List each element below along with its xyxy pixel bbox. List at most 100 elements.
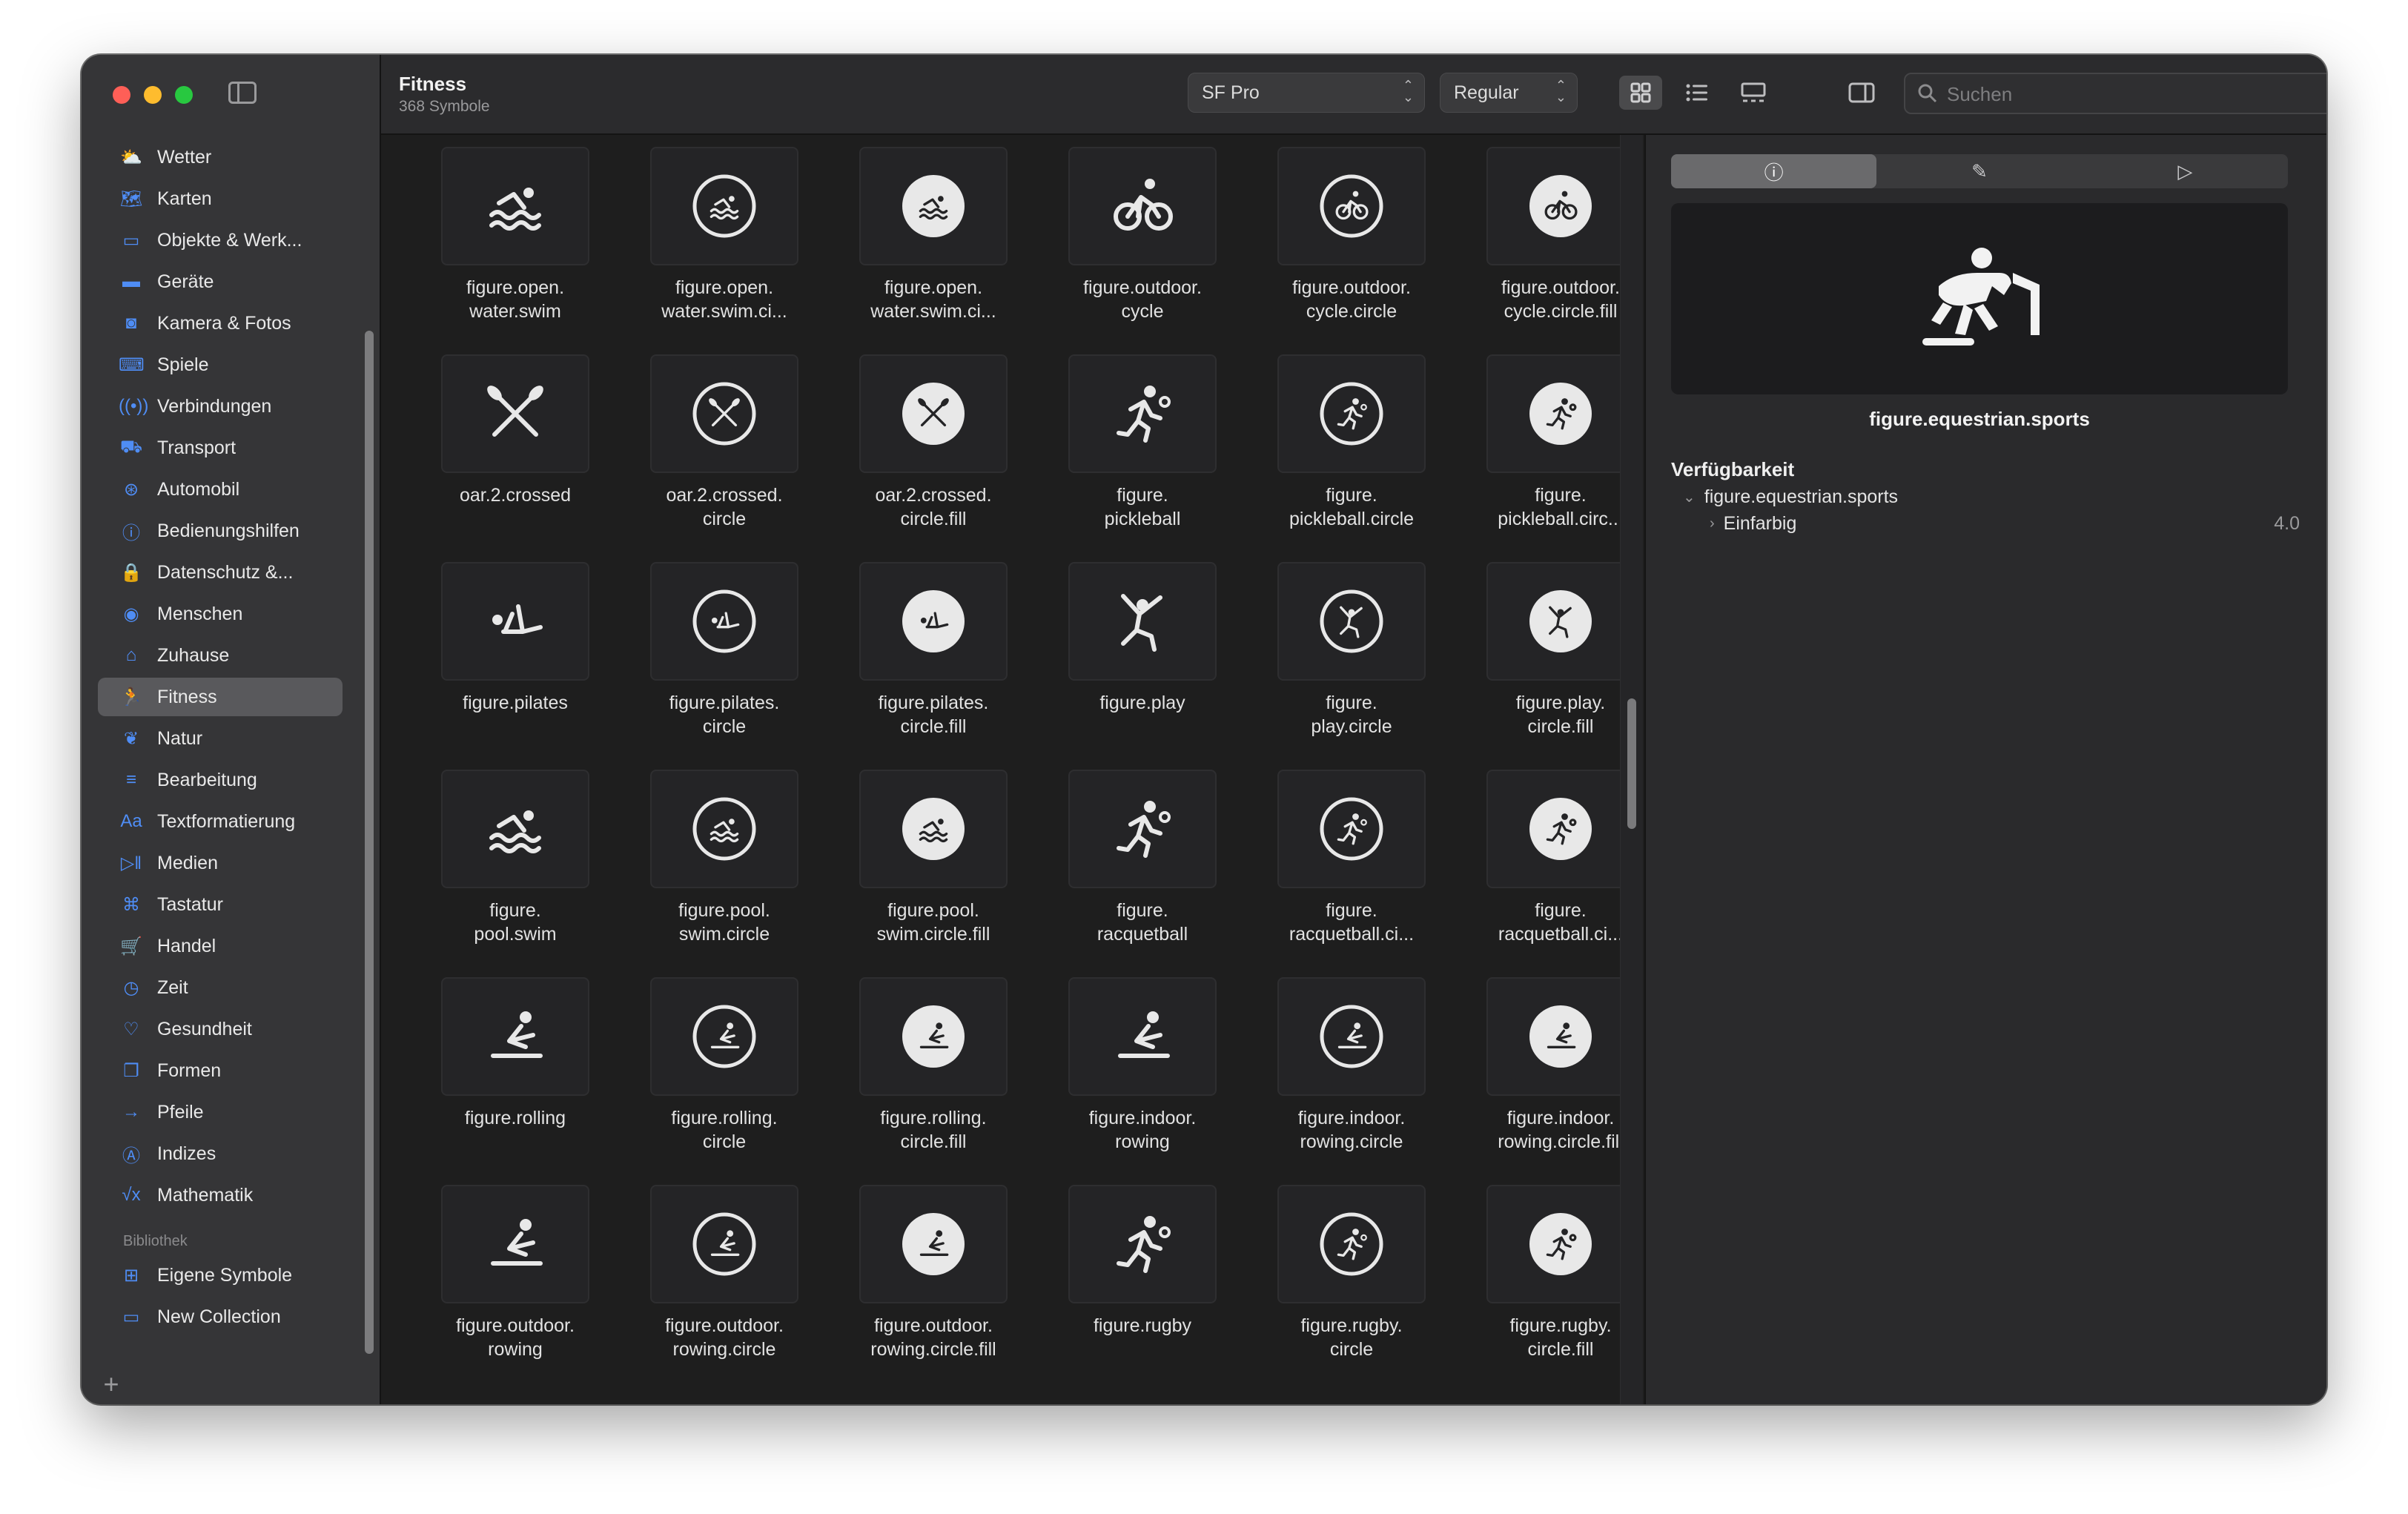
symbol-cell[interactable]: figure. pickleball.circle (1247, 354, 1456, 562)
search-input[interactable] (1945, 80, 2326, 108)
symbol-cell[interactable]: figure. pickleball.circ... (1456, 354, 1643, 562)
symbol-cell[interactable]: figure.outdoor. rowing.circle.fill (829, 1185, 1038, 1392)
rendering-mode-row[interactable]: › Einfarbig (1710, 513, 1796, 535)
sidebar-scrollbar[interactable] (365, 331, 374, 1354)
symbol-cell[interactable]: figure.indoor. rowing.circle.fill (1456, 977, 1643, 1185)
symbol-tile[interactable] (1486, 1185, 1635, 1303)
sidebar-item-formen[interactable]: ❐ Formen (98, 1051, 343, 1090)
symbol-tile[interactable] (1068, 1185, 1217, 1303)
sidebar-item-eigene-symbole[interactable]: ⊞ Eigene Symbole (98, 1256, 343, 1295)
symbol-cell[interactable]: figure. racquetball.ci... (1247, 770, 1456, 977)
symbol-tile[interactable] (1277, 354, 1426, 473)
symbol-cell[interactable]: figure.outdoor. rowing.circle (620, 1185, 829, 1392)
weight-popup[interactable]: Regular ⌃ ⌄ (1440, 73, 1578, 113)
symbol-cell[interactable]: figure.pool. swim.circle (620, 770, 829, 977)
symbol-cell[interactable]: figure.play. circle.fill (1456, 562, 1643, 770)
symbol-tile[interactable] (650, 354, 798, 473)
symbol-cell[interactable]: figure.pilates. circle.fill (829, 562, 1038, 770)
inspector-tab-play[interactable]: ▷ (2083, 154, 2288, 188)
symbol-cell[interactable]: figure.play (1038, 562, 1247, 770)
symbol-cell[interactable]: figure. racquetball (1038, 770, 1247, 977)
symbol-cell[interactable]: figure.outdoor. cycle.circle (1247, 147, 1456, 354)
symbol-tile[interactable] (441, 1185, 589, 1303)
sidebar-item-datenschutz[interactable]: 🔒 Datenschutz &... (98, 553, 343, 592)
symbol-tile[interactable] (859, 147, 1008, 265)
sidebar-item-kamera-fotos[interactable]: ◙ Kamera & Fotos (98, 304, 343, 343)
sidebar-item-wetter[interactable]: ⛅ Wetter (98, 138, 343, 176)
grid-scrollbar[interactable] (1620, 135, 1643, 1404)
symbol-cell[interactable]: oar.2.crossed. circle.fill (829, 354, 1038, 562)
symbol-cell[interactable]: figure.outdoor. cycle (1038, 147, 1247, 354)
symbol-cell[interactable]: figure. pool.swim (411, 770, 620, 977)
sidebar-item-geräte[interactable]: ▬ Geräte (98, 262, 343, 301)
symbol-cell[interactable]: figure.open. water.swim.ci... (829, 147, 1038, 354)
symbol-tile[interactable] (1277, 562, 1426, 681)
sidebar-toggle-icon[interactable] (228, 82, 257, 104)
symbol-cell[interactable]: figure. play.circle (1247, 562, 1456, 770)
sidebar-item-new-collection[interactable]: ▭ New Collection (98, 1298, 343, 1336)
symbol-tile[interactable] (650, 977, 798, 1096)
symbol-cell[interactable]: figure.indoor. rowing.circle (1247, 977, 1456, 1185)
symbol-tile[interactable] (859, 977, 1008, 1096)
font-popup[interactable]: SF Pro ⌃ ⌄ (1188, 73, 1425, 113)
symbol-cell[interactable]: figure.rolling (411, 977, 620, 1185)
symbol-cell[interactable]: figure.rugby (1038, 1185, 1247, 1392)
sidebar-item-handel[interactable]: 🛒 Handel (98, 927, 343, 965)
symbol-tile[interactable] (650, 770, 798, 888)
symbol-cell[interactable]: figure.pilates (411, 562, 620, 770)
close-window-button[interactable] (113, 86, 130, 104)
sidebar-item-bearbeitung[interactable]: ≡ Bearbeitung (98, 761, 343, 799)
symbol-tile[interactable] (1486, 770, 1635, 888)
sidebar-item-fitness[interactable]: 🏃 Fitness (98, 678, 343, 716)
grid-view-button[interactable] (1619, 76, 1662, 110)
symbol-cell[interactable]: oar.2.crossed. circle (620, 354, 829, 562)
symbol-tile[interactable] (1068, 770, 1217, 888)
symbol-tile[interactable] (859, 562, 1008, 681)
symbol-cell[interactable]: figure.pilates. circle (620, 562, 829, 770)
symbol-cell[interactable]: oar.2.crossed (411, 354, 620, 562)
symbol-cell[interactable]: figure.outdoor. cycle.circle.fill (1456, 147, 1643, 354)
sidebar-item-zeit[interactable]: ◷ Zeit (98, 968, 343, 1007)
inspector-tab-info[interactable]: ⓘ (1671, 154, 1877, 188)
sidebar-item-indizes[interactable]: Ⓐ Indizes (98, 1134, 343, 1173)
symbol-cell[interactable]: figure.rolling. circle (620, 977, 829, 1185)
sidebar-item-natur[interactable]: ❦ Natur (98, 719, 343, 758)
zoom-window-button[interactable] (175, 86, 193, 104)
symbol-tile[interactable] (1486, 562, 1635, 681)
symbol-tile[interactable] (1068, 562, 1217, 681)
symbol-cell[interactable]: figure.open. water.swim.ci... (620, 147, 829, 354)
symbol-tile[interactable] (1486, 147, 1635, 265)
sidebar-item-verbindungen[interactable]: ((•)) Verbindungen (98, 387, 343, 426)
symbol-tile[interactable] (441, 770, 589, 888)
symbol-tile[interactable] (859, 770, 1008, 888)
sidebar-item-textformatierung[interactable]: Aa Textformatierung (98, 802, 343, 841)
symbol-cell[interactable]: figure.rugby. circle (1247, 1185, 1456, 1392)
sidebar-item-pfeile[interactable]: → Pfeile (98, 1093, 343, 1131)
sidebar-item-spiele[interactable]: ⌨ Spiele (98, 346, 343, 384)
symbol-tile[interactable] (441, 977, 589, 1096)
symbol-cell[interactable]: figure.rugby. circle.fill (1456, 1185, 1643, 1392)
symbol-tile[interactable] (1068, 354, 1217, 473)
sidebar-item-tastatur[interactable]: ⌘ Tastatur (98, 885, 343, 924)
symbol-cell[interactable]: figure.outdoor. rowing (411, 1185, 620, 1392)
symbol-tile[interactable] (441, 354, 589, 473)
sidebar-item-mathematik[interactable]: √x Mathematik (98, 1176, 343, 1214)
symbol-cell[interactable]: figure. pickleball (1038, 354, 1247, 562)
symbol-tile[interactable] (1277, 770, 1426, 888)
symbol-tile[interactable] (1068, 147, 1217, 265)
sidebar-item-transport[interactable]: ⛟ Transport (98, 429, 343, 467)
sidebar-item-zuhause[interactable]: ⌂ Zuhause (98, 636, 343, 675)
symbol-tile[interactable] (1068, 977, 1217, 1096)
symbol-tile[interactable] (650, 1185, 798, 1303)
symbol-cell[interactable]: figure.indoor. rowing (1038, 977, 1247, 1185)
symbol-tile[interactable] (1486, 354, 1635, 473)
symbol-tile[interactable] (1277, 977, 1426, 1096)
grid-scroll-thumb[interactable] (1627, 698, 1636, 829)
sidebar-item-medien[interactable]: ▷‖ Medien (98, 844, 343, 882)
symbol-tile[interactable] (1277, 1185, 1426, 1303)
sidebar-item-objekte-werk[interactable]: ▭ Objekte & Werk... (98, 221, 343, 260)
symbol-tile[interactable] (1277, 147, 1426, 265)
sidebar-item-menschen[interactable]: ◉ Menschen (98, 595, 343, 633)
symbol-cell[interactable]: figure. racquetball.ci... (1456, 770, 1643, 977)
symbol-cell[interactable]: figure.rolling. circle.fill (829, 977, 1038, 1185)
